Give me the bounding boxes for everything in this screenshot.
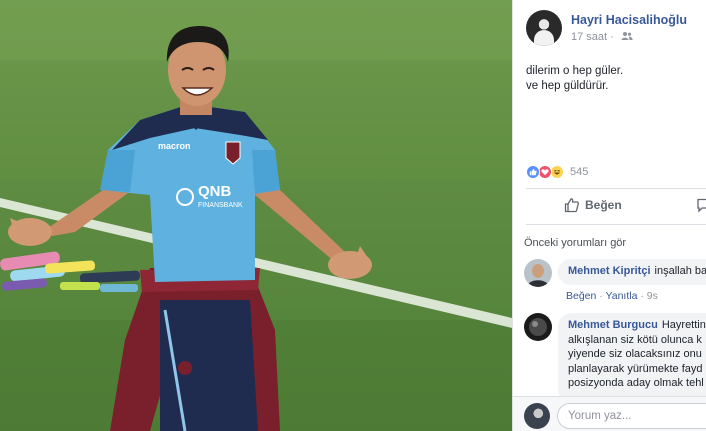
like-button[interactable]: Beğen bbox=[564, 197, 622, 213]
post-time[interactable]: 17 saat bbox=[571, 31, 607, 43]
comment-text-line: planlayarak yürümekte fayd bbox=[568, 362, 703, 375]
reactions-summary[interactable]: 545 bbox=[526, 164, 588, 180]
like-label: Beğen bbox=[585, 198, 622, 212]
post-panel: Hayri Hacisalihoğlu 17 saat · dilerim o … bbox=[512, 0, 706, 431]
previous-comments-link[interactable]: Önceki yorumları gör bbox=[524, 237, 626, 249]
comment-text-line: alkışlanan siz kötü olunca k bbox=[568, 333, 702, 346]
comment-input[interactable] bbox=[557, 403, 706, 429]
comment-like-link[interactable]: Beğen bbox=[566, 290, 596, 302]
comment-reply-link[interactable]: Yanıtla bbox=[606, 290, 638, 302]
comment-text-line: yiyende siz olacaksınız onu bbox=[568, 348, 702, 360]
commenter-name[interactable]: Mehmet Kipritçi bbox=[568, 265, 651, 277]
comment-button[interactable] bbox=[696, 197, 706, 218]
action-bar: Beğen bbox=[526, 192, 706, 220]
comment-time[interactable]: 9s bbox=[647, 290, 658, 302]
kit-brand-text: macron bbox=[158, 141, 191, 151]
divider bbox=[526, 224, 706, 225]
like-reaction-icon bbox=[526, 165, 540, 179]
commenter-avatar[interactable] bbox=[524, 259, 552, 287]
post-text: dilerim o hep güler. ve hep güldürür. bbox=[526, 64, 701, 94]
post-meta: 17 saat · bbox=[571, 31, 633, 43]
author-name[interactable]: Hayri Hacisalihoğlu bbox=[571, 13, 687, 27]
friends-icon bbox=[621, 32, 633, 40]
divider bbox=[526, 188, 706, 189]
post-header: Hayri Hacisalihoğlu 17 saat · bbox=[526, 10, 706, 50]
comment-composer bbox=[513, 396, 706, 431]
reaction-count: 545 bbox=[570, 166, 589, 178]
comment-text-line: posizyonda aday olmak tehl bbox=[568, 377, 704, 389]
author-avatar[interactable] bbox=[526, 10, 562, 46]
love-reaction-icon bbox=[538, 165, 552, 179]
comment-bubble: Mehmet Burgucu Hayrettin alkışlanan siz k… bbox=[558, 313, 706, 403]
post-text-line: dilerim o hep güler. bbox=[526, 65, 624, 77]
comment-text-line: Hayrettin bbox=[661, 319, 706, 331]
comment-text: inşallah ba bbox=[654, 265, 706, 277]
photo-illustration: macron QNB FINANSBANK bbox=[0, 0, 512, 431]
sponsor-sub-text: FINANSBANK bbox=[198, 202, 243, 209]
current-user-avatar bbox=[524, 403, 550, 429]
commenter-name[interactable]: Mehmet Burgucu bbox=[568, 319, 658, 331]
sponsor-text: QNB bbox=[198, 183, 232, 200]
thumbs-up-icon bbox=[564, 198, 580, 213]
commenter-avatar[interactable] bbox=[524, 313, 552, 341]
post-photo[interactable]: macron QNB FINANSBANK bbox=[0, 0, 512, 431]
comment-actions: Beğen · Yanıtla · 9s bbox=[566, 290, 658, 302]
post-text-line: ve hep güldürür. bbox=[526, 80, 609, 92]
comment-bubble: Mehmet Kipritçi inşallah ba bbox=[558, 259, 706, 285]
comment-icon bbox=[697, 198, 706, 213]
haha-reaction-icon bbox=[550, 165, 564, 179]
